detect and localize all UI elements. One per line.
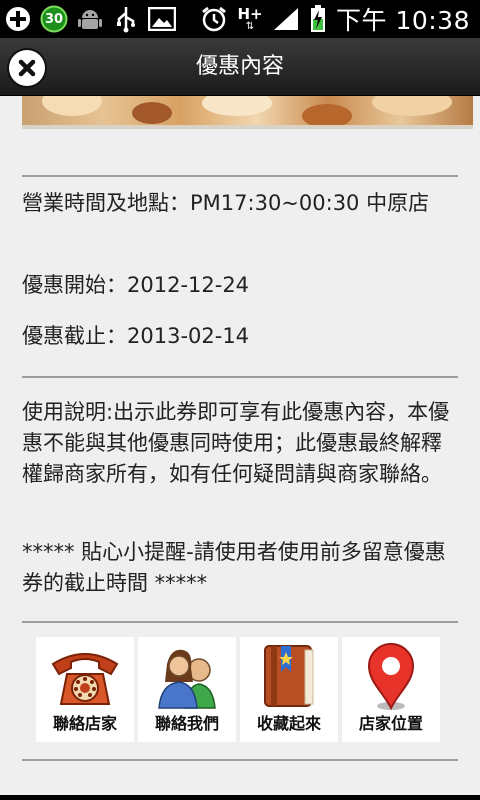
battery-charging-icon: [308, 5, 328, 33]
coupon-banner-image: [22, 96, 473, 129]
action-toolbar: 聯絡店家 聯絡我們 收藏起來 店家位置: [36, 637, 444, 742]
data-hplus-icon: H+ ⇅: [237, 4, 263, 32]
status-bar: 30 H+ ⇅ 下午 10:38: [0, 0, 480, 38]
badge-30-icon: 30: [40, 5, 68, 33]
add-favorite-button[interactable]: 收藏起來: [240, 637, 338, 742]
contact-store-label: 聯絡店家: [52, 714, 117, 733]
people-icon: [138, 641, 236, 713]
usage-instructions: 使用說明:出示此券即可享有此優惠內容，本優惠不能與其他優惠同時使用；此優惠最終解…: [22, 400, 450, 486]
store-location-label: 店家位置: [358, 714, 423, 733]
divider: [22, 376, 458, 378]
status-right-icons: H+ ⇅ 下午 10:38: [200, 4, 470, 35]
close-button[interactable]: [9, 50, 45, 86]
close-icon: [18, 59, 36, 77]
alarm-icon: [200, 5, 228, 33]
bookmark-book-icon: [240, 641, 338, 713]
badge-30-text: 30: [44, 12, 64, 27]
contact-store-button[interactable]: 聯絡店家: [36, 637, 134, 742]
add-icon: [4, 5, 32, 33]
bottom-edge: [0, 795, 480, 800]
divider: [22, 759, 458, 761]
clock: 下午 10:38: [336, 6, 470, 35]
android-icon: [76, 5, 104, 33]
store-location-button[interactable]: 店家位置: [342, 637, 440, 742]
reminder-note: ***** 貼心小提醒-請使用者使用前多留意優惠券的截止時間 *****: [22, 540, 446, 595]
page-title: 優惠內容: [195, 54, 284, 79]
image-icon: [148, 5, 176, 33]
title-bar: 優惠內容: [0, 38, 480, 96]
signal-icon: [272, 5, 300, 33]
business-hours-location: 營業時間及地點：PM17:30~00:30 中原店: [22, 191, 430, 215]
map-pin-icon: [342, 641, 440, 713]
add-favorite-label: 收藏起來: [256, 714, 321, 733]
telephone-icon: [36, 641, 134, 713]
offer-end-date: 優惠截止：2013-02-14: [22, 324, 250, 348]
divider: [22, 175, 458, 177]
network-type-text: H+: [237, 4, 263, 23]
usb-icon: [112, 5, 140, 33]
divider: [22, 621, 458, 623]
contact-us-label: 聯絡我們: [154, 714, 219, 733]
contact-us-button[interactable]: 聯絡我們: [138, 637, 236, 742]
offer-start-date: 優惠開始：2012-12-24: [22, 273, 250, 297]
status-left-icons: 30: [4, 4, 176, 34]
